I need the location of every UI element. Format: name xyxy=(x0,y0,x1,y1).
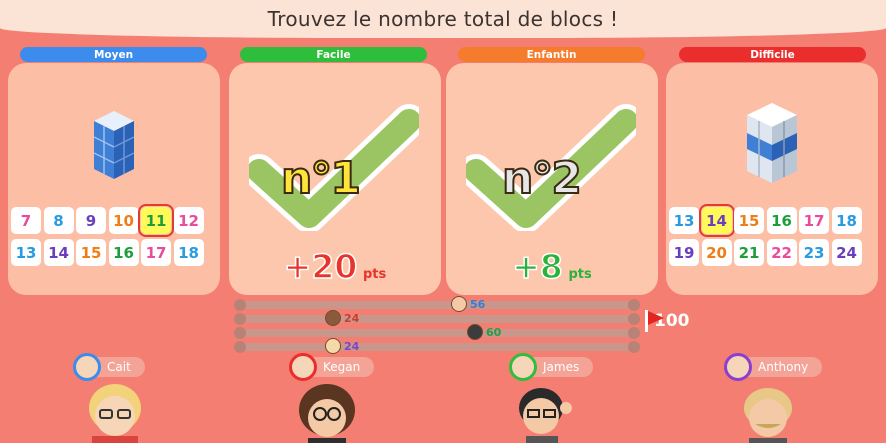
number-option-selected[interactable]: 11 xyxy=(138,204,174,237)
progress-score: 24 xyxy=(344,311,360,325)
progress-track xyxy=(234,299,640,311)
player-character-james xyxy=(519,388,572,443)
player-avatar-icon xyxy=(289,353,317,381)
number-option[interactable]: 17 xyxy=(141,239,171,266)
points-unit: pts xyxy=(362,267,387,282)
rank-label: n°1 xyxy=(280,152,362,205)
player-tag-james: James xyxy=(509,353,594,381)
progress-marker: 56 xyxy=(451,296,485,312)
number-option[interactable]: 13 xyxy=(11,239,41,266)
player-character-anthony xyxy=(744,388,792,443)
goal-indicator: 100 xyxy=(645,310,690,332)
difficulty-tag-enfantin: Enfantin xyxy=(458,47,645,62)
progress-track xyxy=(234,341,640,353)
card-facile: n°1 +20 pts xyxy=(229,63,441,295)
player-avatar-icon xyxy=(73,353,101,381)
player-name: James xyxy=(543,360,580,374)
number-option[interactable]: 9 xyxy=(76,207,106,234)
number-option[interactable]: 20 xyxy=(701,239,732,266)
number-option[interactable]: 17 xyxy=(799,207,829,234)
progress-score: 60 xyxy=(486,325,502,339)
blocks-icon xyxy=(93,111,135,179)
number-option[interactable]: 24 xyxy=(831,239,862,266)
title-bar: Trouvez le nombre total de blocs ! xyxy=(0,0,886,38)
number-option[interactable]: 13 xyxy=(669,207,699,234)
difficulty-tag-facile: Facile xyxy=(240,47,427,62)
player-character-cait xyxy=(89,384,141,443)
number-option[interactable]: 15 xyxy=(734,207,764,234)
points-value: +20 xyxy=(283,246,358,287)
progress-track xyxy=(234,313,640,325)
points-gained: +20 pts xyxy=(229,246,441,287)
number-option[interactable]: 10 xyxy=(108,207,139,234)
progress-track xyxy=(234,327,640,339)
question-title: Trouvez le nombre total de blocs ! xyxy=(267,7,619,31)
rank-label: n°2 xyxy=(501,152,583,205)
card-difficile: 13 14 15 16 17 18 19 20 21 22 23 24 xyxy=(666,63,878,295)
number-option[interactable]: 22 xyxy=(766,239,797,266)
player-tag-anthony: Anthony xyxy=(724,353,823,381)
player-face-icon xyxy=(325,310,341,326)
player-face-icon xyxy=(467,324,483,340)
progress-marker: 24 xyxy=(325,310,359,326)
player-avatar-icon xyxy=(724,353,752,381)
number-option[interactable]: 16 xyxy=(766,207,797,234)
number-option[interactable]: 16 xyxy=(108,239,139,266)
player-face-icon xyxy=(451,296,467,312)
player-name: Cait xyxy=(107,360,131,374)
player-avatar-icon xyxy=(509,353,537,381)
points-unit: pts xyxy=(568,267,592,282)
difficulty-tag-moyen: Moyen xyxy=(20,47,207,62)
number-grid-difficile: 13 14 15 16 17 18 19 20 21 22 23 24 xyxy=(669,204,862,266)
player-face-icon xyxy=(325,338,341,354)
progress-score: 56 xyxy=(470,297,486,311)
number-grid-moyen: 7 8 9 10 11 12 13 14 15 16 17 18 xyxy=(11,204,204,266)
number-option[interactable]: 8 xyxy=(43,207,74,234)
card-moyen: 7 8 9 10 11 12 13 14 15 16 17 18 xyxy=(8,63,220,295)
player-name: Anthony xyxy=(758,360,809,374)
difficulty-tag-difficile: Difficile xyxy=(679,47,866,62)
progress-marker: 60 xyxy=(467,324,501,340)
flag-icon xyxy=(645,310,664,332)
number-option[interactable]: 18 xyxy=(831,207,862,234)
points-gained: +8 pts xyxy=(446,246,658,287)
blocks-icon xyxy=(747,103,797,183)
progress-marker: 24 xyxy=(325,338,359,354)
player-character-kegan xyxy=(299,384,355,443)
player-name: Kegan xyxy=(323,360,361,374)
card-enfantin: n°2 +8 pts xyxy=(446,63,658,295)
number-option[interactable]: 7 xyxy=(11,207,41,234)
points-value: +8 xyxy=(512,246,564,287)
number-option[interactable]: 23 xyxy=(799,239,829,266)
number-option[interactable]: 19 xyxy=(669,239,699,266)
number-option[interactable]: 15 xyxy=(76,239,106,266)
player-tag-cait: Cait xyxy=(73,353,145,381)
number-option[interactable]: 14 xyxy=(43,239,74,266)
number-option[interactable]: 12 xyxy=(173,207,204,234)
number-option[interactable]: 18 xyxy=(173,239,204,266)
progress-score: 24 xyxy=(344,339,360,353)
number-option-selected[interactable]: 14 xyxy=(698,204,735,237)
number-option[interactable]: 21 xyxy=(734,239,764,266)
player-tag-kegan: Kegan xyxy=(289,353,375,381)
